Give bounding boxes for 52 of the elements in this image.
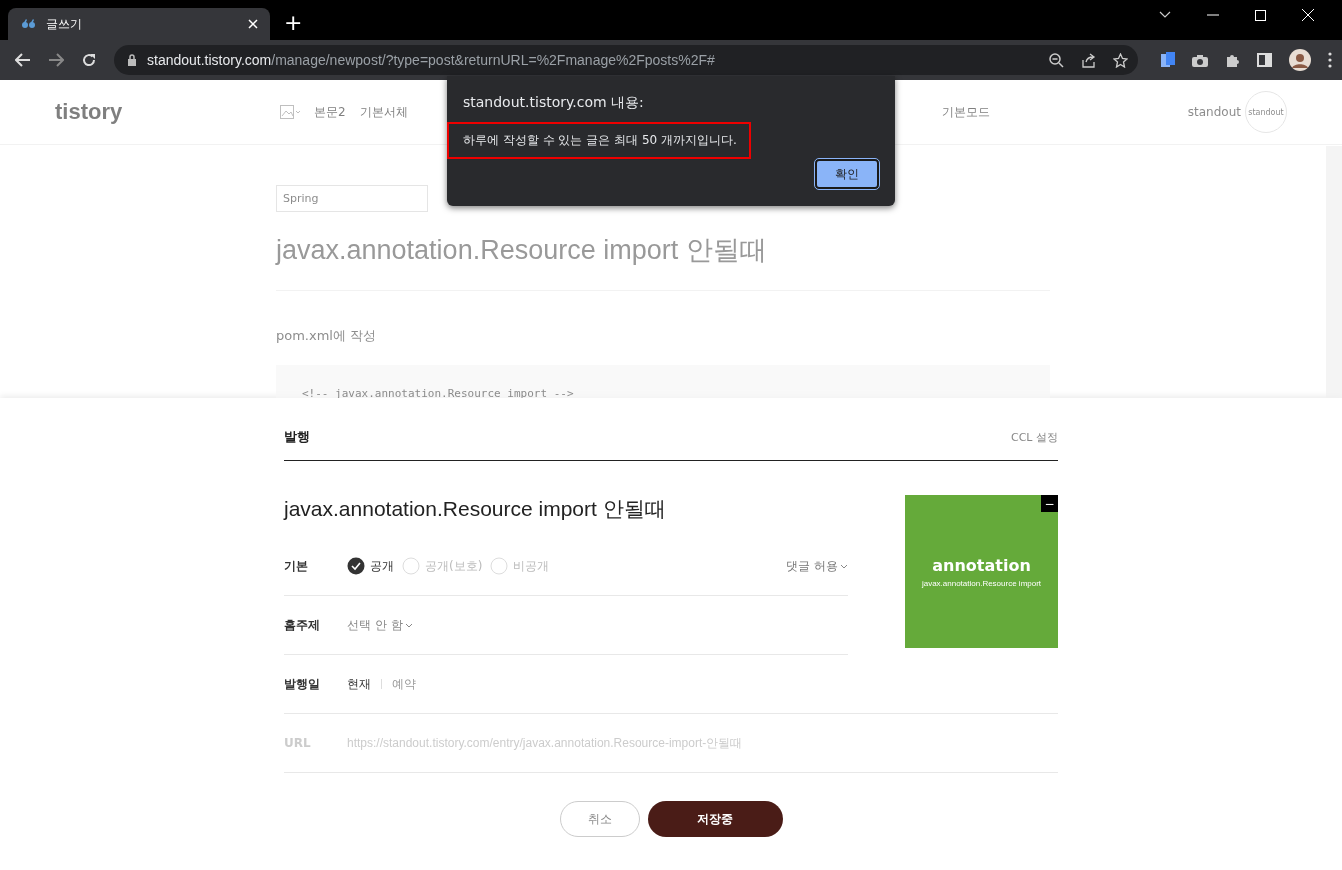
lock-icon: [127, 54, 137, 66]
chevron-down-icon: [404, 622, 413, 628]
post-title: javax.annotation.Resource import 안될때: [284, 496, 667, 522]
radio-option[interactable]: 공개: [347, 557, 394, 575]
profile-name[interactable]: standout: [1187, 105, 1241, 119]
row-label: 기본: [284, 557, 309, 575]
url-text: standout.tistory.com/manage/newpost/?type=post&returnURL=%2Fmanage%2Fposts%2F#: [147, 52, 716, 68]
topic-dropdown[interactable]: 선택 안 함: [347, 616, 413, 634]
thumbnail-subtitle: javax.annotation.Resource import: [921, 578, 1042, 588]
address-field[interactable]: standout.tistory.com/manage/newpost/?type=post&returnURL=%2Fmanage%2Fposts%2F#: [114, 45, 1138, 75]
row-label: 홈주제: [284, 616, 321, 634]
logo[interactable]: tistory: [55, 99, 280, 125]
ccl-settings-link[interactable]: CCL 설정: [1011, 429, 1058, 445]
toolbar-dropdown[interactable]: 기본서체: [359, 103, 408, 121]
star-icon[interactable]: [1113, 52, 1128, 68]
camera-icon[interactable]: [1192, 53, 1208, 67]
more-icon[interactable]: [1328, 52, 1332, 68]
dialog-title: standout.tistory.com 내용:: [463, 94, 645, 112]
puzzle-icon[interactable]: [1225, 52, 1240, 68]
row-label: 발행일: [284, 675, 321, 693]
side-panel-icon[interactable]: [1257, 53, 1272, 67]
category-select[interactable]: Spring: [276, 185, 428, 212]
post-title[interactable]: javax.annotation.Resource import 안될때: [276, 232, 1050, 291]
tab-title: 글쓰기: [46, 15, 83, 33]
panel-heading: 발행: [284, 428, 310, 446]
chevron-down-icon: [840, 563, 848, 569]
maximize-icon[interactable]: [1255, 9, 1266, 21]
close-icon[interactable]: [1302, 9, 1314, 21]
close-icon[interactable]: [248, 19, 258, 29]
toolbar-dropdown[interactable]: 기본모드: [942, 103, 990, 121]
ok-button[interactable]: 확인: [815, 159, 879, 189]
dialog-message: 하루에 작성할 수 있는 글은 최대 50 개까지입니다.: [447, 122, 751, 159]
comments-dropdown[interactable]: 댓글 허용: [786, 557, 848, 575]
new-tab-button[interactable]: +: [284, 10, 303, 36]
browser-tab[interactable]: 글쓰기: [8, 8, 270, 40]
schedule-option[interactable]: 예약: [392, 675, 416, 693]
document-icon[interactable]: [1161, 52, 1175, 68]
quote-icon: [22, 19, 36, 29]
forward-icon[interactable]: [48, 53, 64, 67]
thumbnail-title: annotation: [932, 555, 1031, 575]
toolbar-dropdown[interactable]: 본문2: [314, 103, 346, 121]
share-icon[interactable]: [1081, 52, 1096, 68]
chevron-down-icon[interactable]: [1159, 11, 1171, 19]
zoom-out-icon[interactable]: [1049, 52, 1064, 68]
remove-button[interactable]: −: [1041, 495, 1058, 512]
reload-icon[interactable]: [81, 52, 97, 68]
save-button[interactable]: 저장중: [647, 801, 783, 837]
schedule-option[interactable]: 현재: [347, 675, 371, 693]
avatar-icon[interactable]: [1289, 49, 1311, 71]
cancel-button[interactable]: 취소: [559, 801, 640, 837]
back-icon[interactable]: [15, 53, 31, 67]
paragraph: pom.xml에 작성: [276, 327, 378, 345]
